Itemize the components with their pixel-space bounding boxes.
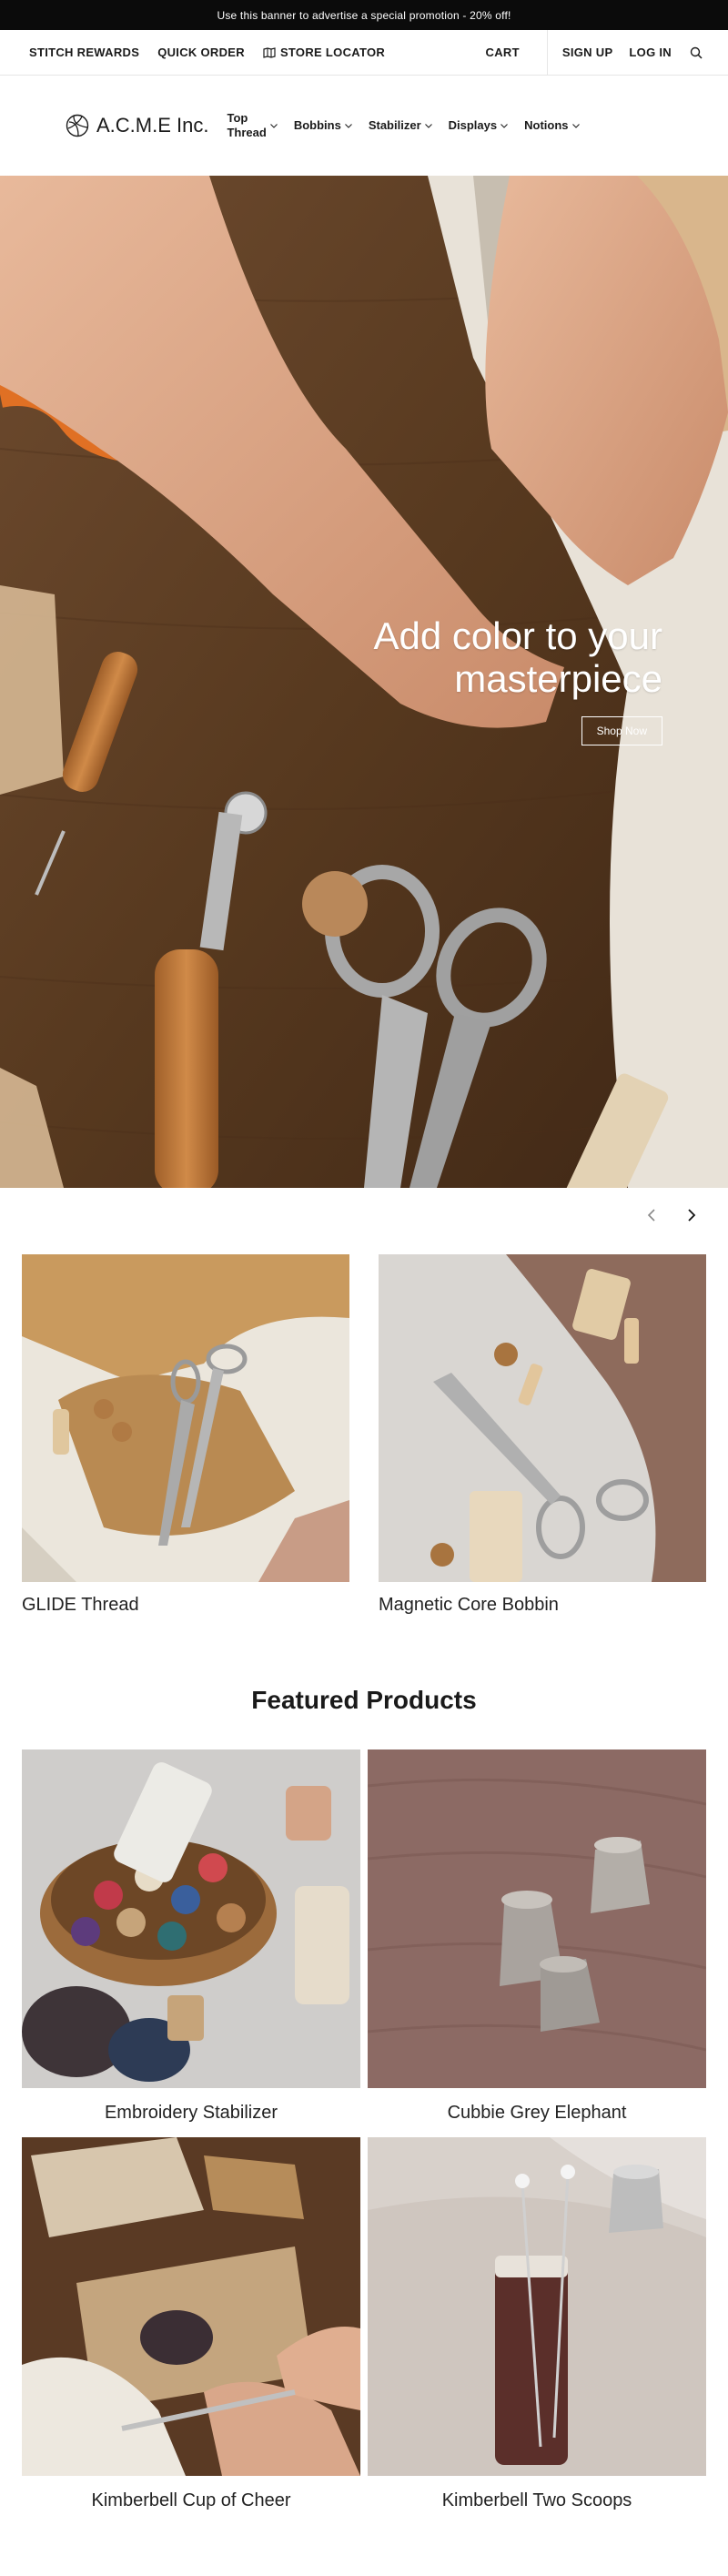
product-image [368, 1749, 706, 2088]
shop-now-button[interactable]: Shop Now [581, 716, 662, 746]
product-card[interactable]: Cubbie Grey Elephant [368, 1749, 706, 2130]
utility-left-links: STITCH REWARDS QUICK ORDER STORE LOCATOR [0, 46, 385, 59]
promo-text: Use this banner to advertise a special p… [217, 8, 511, 22]
product-name: Cubbie Grey Elephant [447, 2103, 627, 2123]
carousel-next-button[interactable] [682, 1206, 701, 1224]
carousel-controls [642, 1206, 701, 1224]
utility-right-links: CART SIGN UP LOG IN [486, 30, 728, 75]
nav-displays-label: Displays [448, 117, 498, 132]
collection-title: Magnetic Core Bobbin [379, 1595, 559, 1615]
featured-products-grid: Embroidery Stabilizer Cubbie Grey Elepha… [22, 1749, 706, 2518]
collection-carousel: GLIDE Thread Magnetic Core Bobbin [22, 1254, 706, 1616]
product-name: Embroidery Stabilizer [104, 2103, 278, 2123]
collection-card[interactable]: GLIDE Thread [22, 1254, 349, 1616]
chevron-left-icon [647, 1209, 655, 1222]
product-image [22, 2137, 360, 2476]
nav-notions-label: Notions [524, 117, 569, 132]
cart-link[interactable]: CART [486, 46, 520, 59]
nav-item-stabilizer[interactable]: Stabilizer [369, 118, 432, 133]
featured-products-heading: Featured Products [251, 1686, 477, 1714]
utility-divider [546, 30, 548, 75]
promo-banner: Use this banner to advertise a special p… [0, 0, 728, 30]
nav-top-thread-line1: Top [227, 110, 248, 125]
sign-up-link[interactable]: SIGN UP [562, 46, 613, 59]
product-image [22, 1749, 360, 2088]
store-locator-link[interactable]: STORE LOCATOR [263, 46, 385, 59]
store-locator-label: STORE LOCATOR [279, 46, 386, 59]
chevron-down-icon [424, 123, 432, 128]
collection-photo [22, 1254, 349, 1582]
chevron-down-icon [344, 123, 352, 128]
product-name: Kimberbell Two Scoops [441, 2490, 632, 2510]
nav-top-thread-line2: Thread [227, 126, 267, 139]
chevron-right-icon [688, 1209, 696, 1222]
nav-bobbins-label: Bobbins [293, 117, 341, 132]
quick-order-link[interactable]: QUICK ORDER [157, 46, 245, 59]
utility-bar: STITCH REWARDS QUICK ORDER STORE LOCATOR… [0, 30, 728, 76]
collection-title: GLIDE Thread [22, 1595, 139, 1615]
nav-item-top-thread[interactable]: Top Thread [227, 111, 278, 141]
collection-photo [379, 1254, 706, 1582]
main-nav: Top Thread Bobbins Stabilizer Displays N… [227, 111, 580, 141]
logo-mark-icon [66, 114, 89, 137]
hero-title: Add color to your masterpiece [373, 614, 662, 701]
chevron-down-icon [500, 123, 508, 128]
product-card[interactable]: Kimberbell Cup of Cheer [22, 2137, 360, 2518]
site-logo[interactable]: A.C.M.E Inc. [0, 114, 208, 137]
product-photo [22, 1749, 360, 2088]
carousel-prev-button[interactable] [642, 1206, 661, 1224]
search-icon[interactable] [690, 46, 703, 59]
product-card[interactable]: Embroidery Stabilizer [22, 1749, 360, 2130]
nav-stabilizer-label: Stabilizer [368, 117, 421, 132]
nav-item-notions[interactable]: Notions [524, 117, 580, 133]
nav-top-thread-label: Top Thread [227, 111, 266, 141]
chevron-down-icon [269, 123, 278, 128]
collection-image [22, 1254, 349, 1582]
product-photo [368, 2137, 706, 2476]
collection-card[interactable]: Magnetic Core Bobbin [379, 1254, 706, 1616]
chevron-down-icon [571, 123, 580, 128]
map-icon [263, 46, 276, 58]
product-photo [368, 1749, 706, 2088]
product-name: Kimberbell Cup of Cheer [91, 2490, 291, 2510]
product-image [368, 2137, 706, 2476]
nav-item-displays[interactable]: Displays [449, 118, 508, 133]
stitch-rewards-link[interactable]: STITCH REWARDS [29, 46, 139, 59]
product-card[interactable]: Kimberbell Two Scoops [368, 2137, 706, 2518]
collection-image [379, 1254, 706, 1582]
hero-caption: Add color to your masterpiece Shop Now [317, 614, 662, 746]
hero-banner: Add color to your masterpiece Shop Now [0, 176, 728, 1188]
main-header: A.C.M.E Inc. Top Thread Bobbins Stabiliz… [0, 76, 728, 176]
nav-item-bobbins[interactable]: Bobbins [294, 118, 352, 133]
logo-text: A.C.M.E Inc. [96, 114, 209, 137]
log-in-link[interactable]: LOG IN [629, 46, 672, 59]
product-photo [22, 2137, 360, 2476]
